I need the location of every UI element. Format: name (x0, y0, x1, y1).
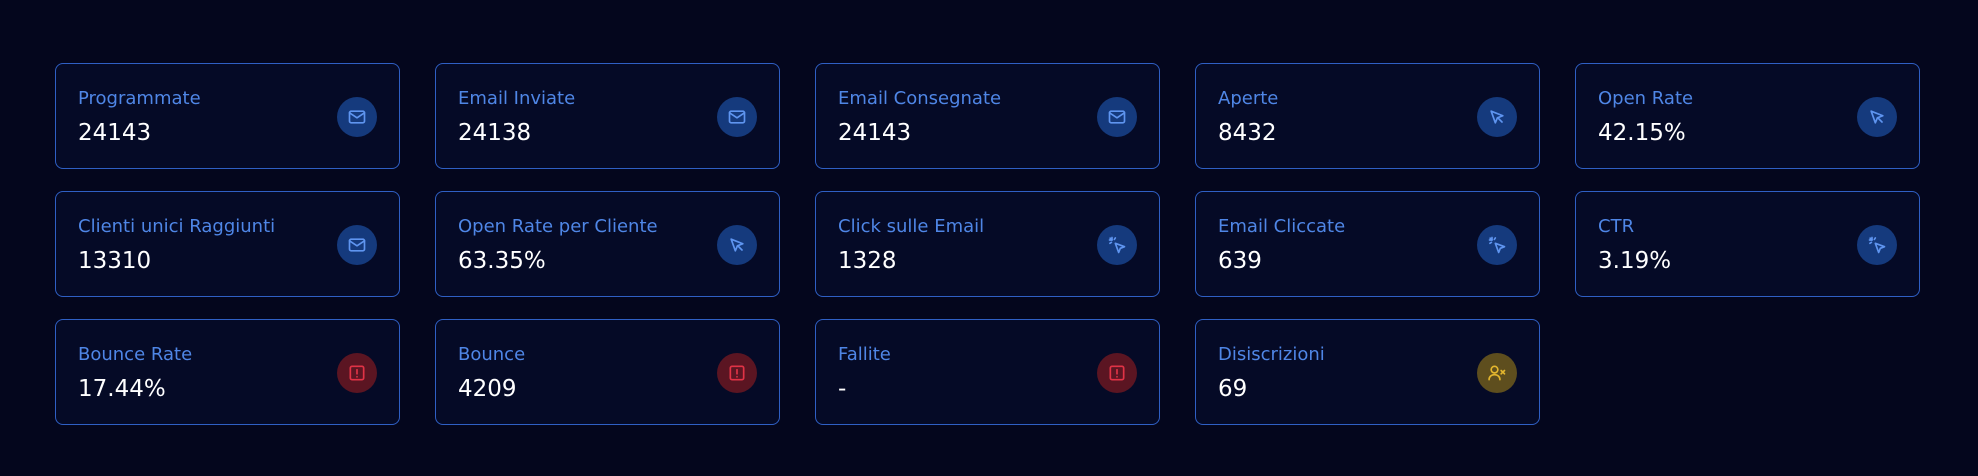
stat-card-clienti-unici: Clienti unici Raggiunti 13310 (55, 191, 400, 297)
stat-label: Programmate (78, 88, 201, 109)
stat-card-fallite: Fallite - (815, 319, 1160, 425)
cursor-click-icon (1477, 225, 1517, 265)
stat-value: 42.15% (1598, 120, 1686, 146)
alert-square-icon (337, 353, 377, 393)
envelope-icon (337, 225, 377, 265)
stat-card-email-consegnate: Email Consegnate 24143 (815, 63, 1160, 169)
cursor-click-icon (1097, 225, 1137, 265)
stat-label: Email Consegnate (838, 88, 1002, 109)
stat-value: 639 (1218, 248, 1262, 274)
stat-value: 1328 (838, 248, 897, 274)
stat-card-click-email: Click sulle Email 1328 (815, 191, 1160, 297)
stat-card-ctr: CTR 3.19% (1575, 191, 1920, 297)
stat-label: Open Rate per Cliente (458, 216, 658, 237)
alert-square-icon (717, 353, 757, 393)
stat-card-email-cliccate: Email Cliccate 639 (1195, 191, 1540, 297)
envelope-icon (717, 97, 757, 137)
stat-label: Fallite (838, 344, 891, 365)
stat-label: Email Cliccate (1218, 216, 1346, 237)
stat-value: 69 (1218, 376, 1248, 402)
stat-value: 24143 (78, 120, 152, 146)
stat-card-programmate: Programmate 24143 (55, 63, 400, 169)
stat-label: Disiscrizioni (1218, 344, 1325, 365)
alert-square-icon (1097, 353, 1137, 393)
stat-card-bounce: Bounce 4209 (435, 319, 780, 425)
stat-value: 24138 (458, 120, 532, 146)
cursor-pointer-icon (1477, 97, 1517, 137)
stat-label: Bounce (458, 344, 526, 365)
stat-value: 4209 (458, 376, 517, 402)
stat-value: - (838, 376, 847, 402)
stat-label: Open Rate (1598, 88, 1694, 109)
stat-value: 8432 (1218, 120, 1277, 146)
stat-label: Bounce Rate (78, 344, 193, 365)
stat-value: 17.44% (78, 376, 166, 402)
stat-value: 24143 (838, 120, 912, 146)
cursor-pointer-icon (717, 225, 757, 265)
stat-card-aperte: Aperte 8432 (1195, 63, 1540, 169)
stat-value: 3.19% (1598, 248, 1672, 274)
user-remove-icon (1477, 353, 1517, 393)
stat-card-open-rate: Open Rate 42.15% (1575, 63, 1920, 169)
stat-card-email-inviate: Email Inviate 24138 (435, 63, 780, 169)
stat-card-disiscrizioni: Disiscrizioni 69 (1195, 319, 1540, 425)
stat-label: Email Inviate (458, 88, 576, 109)
stat-label: Clienti unici Raggiunti (78, 216, 276, 237)
stat-label: Click sulle Email (838, 216, 985, 237)
stat-card-bounce-rate: Bounce Rate 17.44% (55, 319, 400, 425)
stats-grid: Programmate 24143 Email Inviate 24138 Em… (55, 63, 1921, 425)
envelope-icon (337, 97, 377, 137)
cursor-click-icon (1857, 225, 1897, 265)
stat-label: CTR (1598, 216, 1635, 237)
stat-value: 63.35% (458, 248, 546, 274)
stat-label: Aperte (1218, 88, 1279, 109)
cursor-pointer-icon (1857, 97, 1897, 137)
stat-card-open-rate-cliente: Open Rate per Cliente 63.35% (435, 191, 780, 297)
envelope-icon (1097, 97, 1137, 137)
stat-value: 13310 (78, 248, 152, 274)
